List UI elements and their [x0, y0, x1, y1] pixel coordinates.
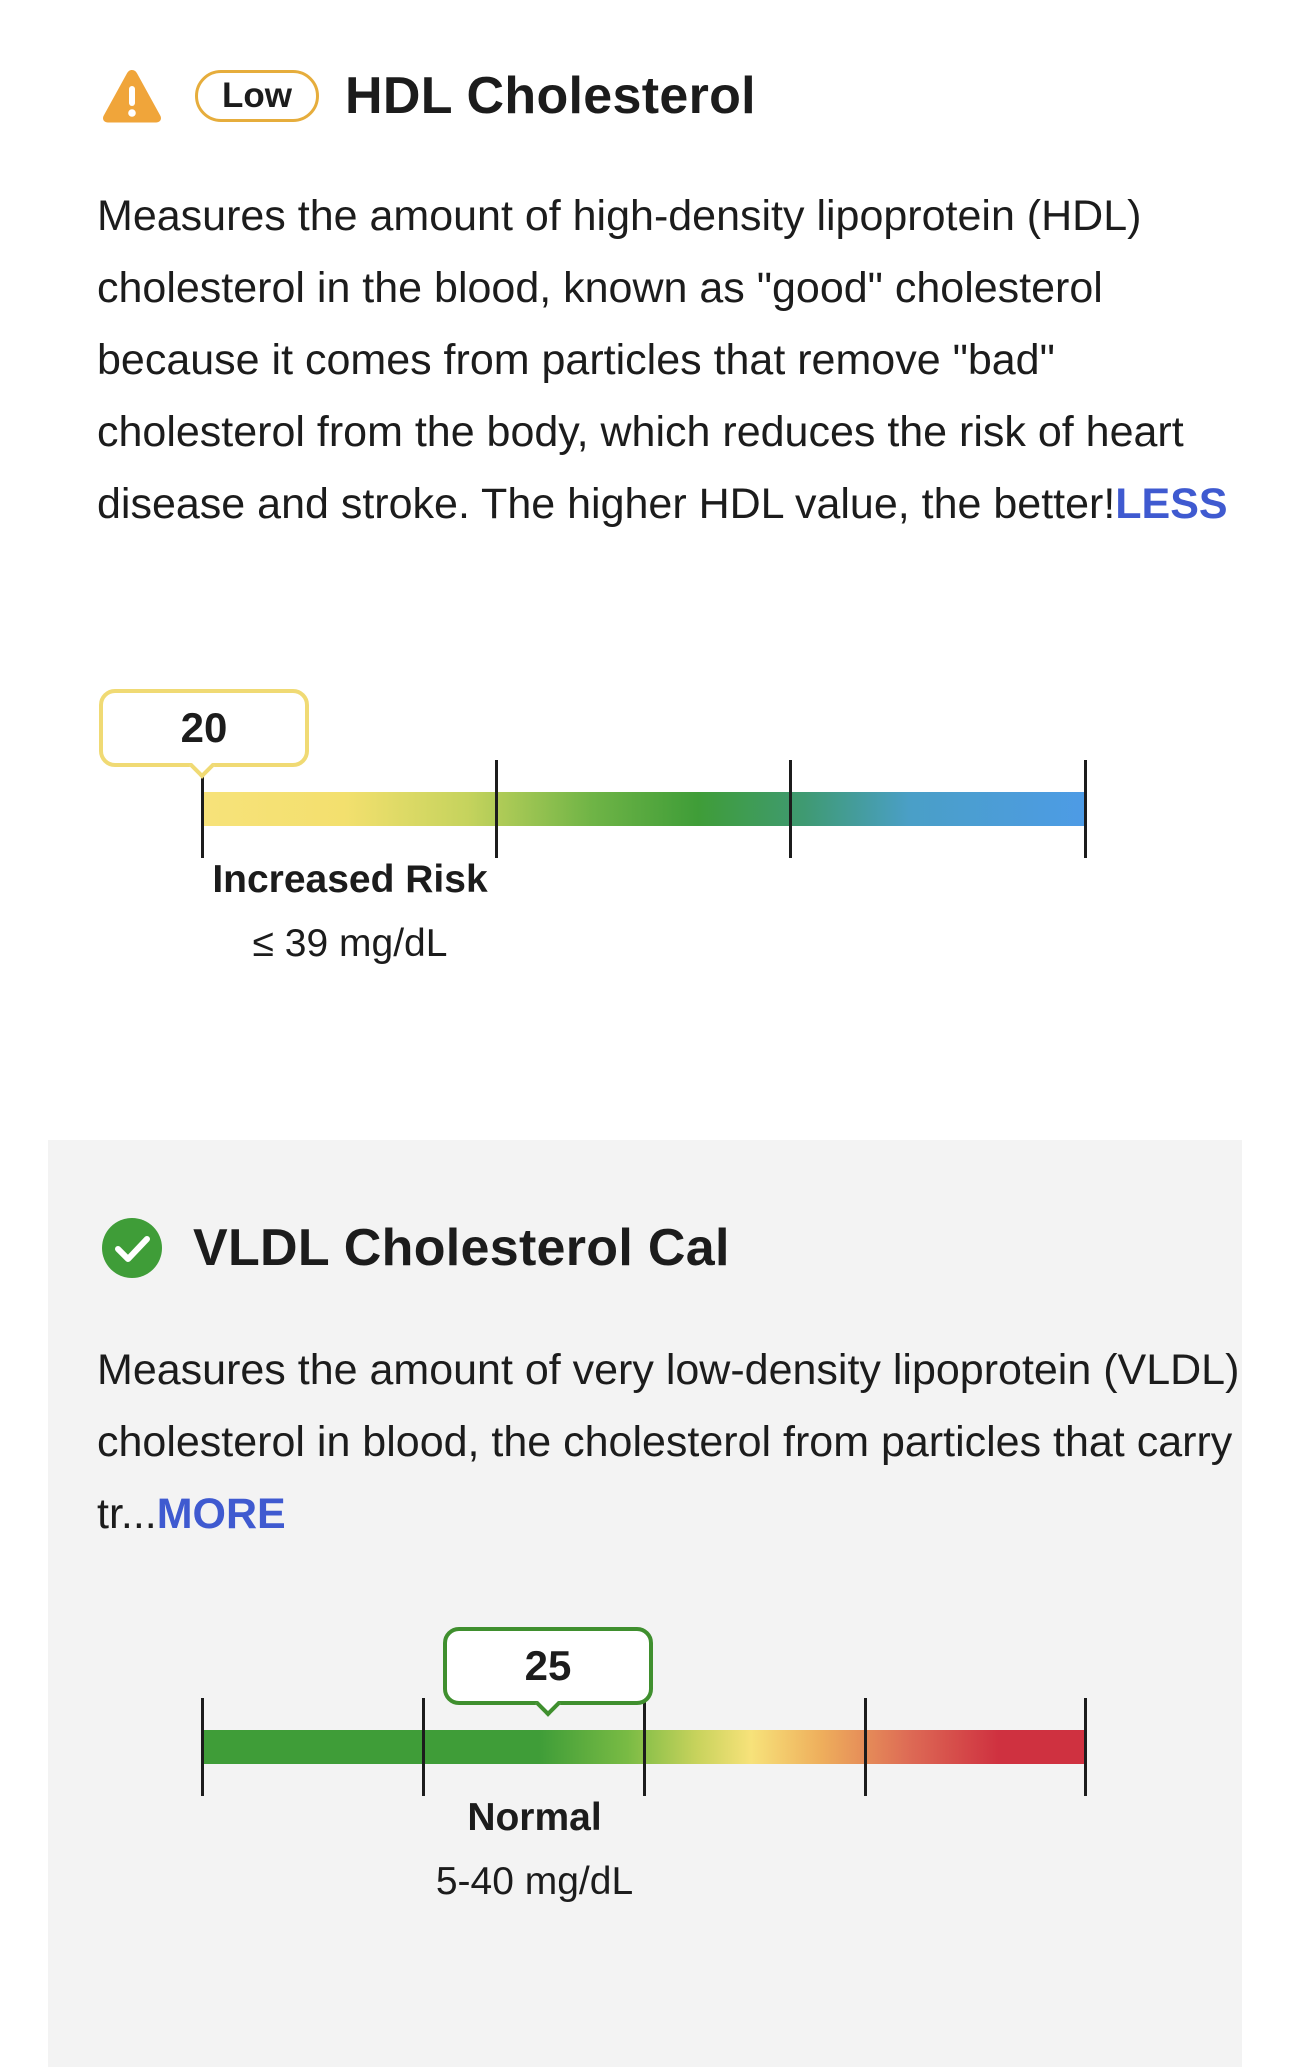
hdl-title-row: Low HDL Cholesterol [101, 60, 756, 132]
range-tick [201, 1698, 204, 1796]
range-tick [495, 760, 498, 858]
range-tick [789, 760, 792, 858]
range-tick [1084, 760, 1087, 858]
description-text: Measures the amount of high-density lipo… [97, 192, 1184, 528]
vldl-title-row: VLDL Cholesterol Cal [101, 1212, 730, 1284]
test-title: VLDL Cholesterol Cal [193, 1219, 730, 1277]
range-label: Normal [467, 1796, 602, 1839]
less-link[interactable]: LESS [1115, 480, 1227, 528]
more-link[interactable]: MORE [157, 1490, 286, 1538]
warning-icon [103, 70, 161, 123]
test-description: Measures the amount of high-density lipo… [97, 180, 1247, 540]
status-badge: Low [195, 70, 319, 122]
test-title: HDL Cholesterol [344, 67, 756, 125]
test-description: Measures the amount of very low-density … [97, 1334, 1247, 1550]
range-label: Increased Risk [212, 858, 488, 901]
range-value: ≤ 39 mg/dL [252, 922, 448, 965]
hdl-cholesterol-card [0, 0, 1290, 1140]
check-circle-icon [102, 1218, 162, 1278]
range-value: 5-40 mg/dL [435, 1860, 634, 1903]
range-gauge-bar [203, 792, 1087, 826]
range-tick [643, 1698, 646, 1796]
range-tick [1084, 1698, 1087, 1796]
range-tick [422, 1698, 425, 1796]
range-tick [864, 1698, 867, 1796]
